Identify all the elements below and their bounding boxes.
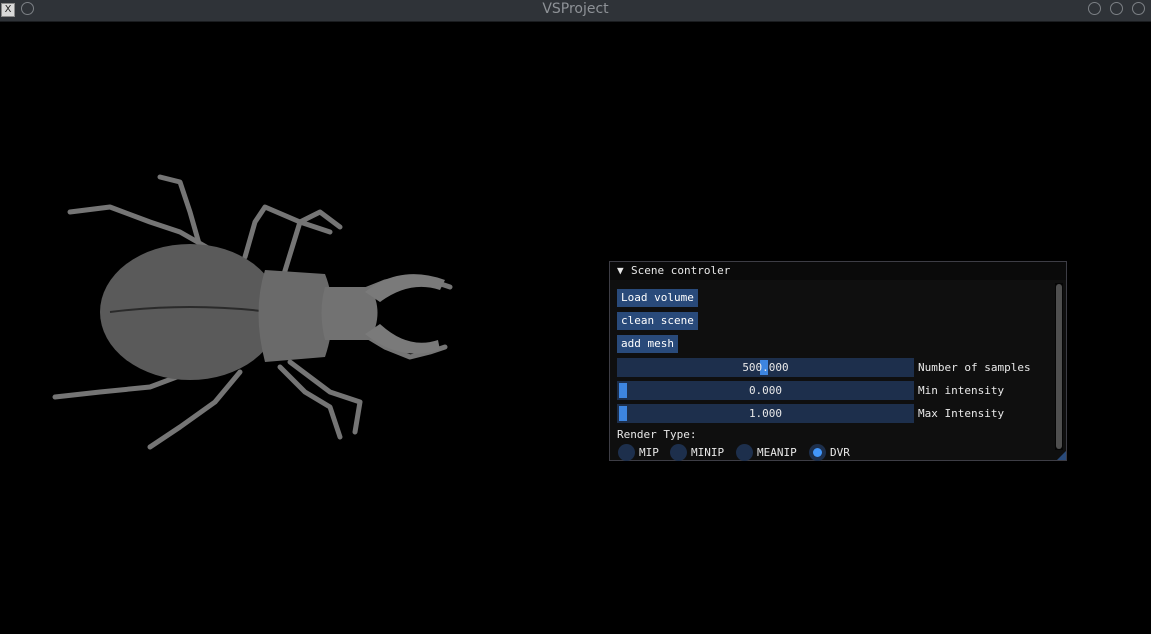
- radio-label: DVR: [830, 446, 850, 459]
- panel-title: Scene controler: [631, 264, 731, 277]
- slider-value: 0.000: [748, 384, 783, 397]
- panel-scrollbar[interactable]: [1055, 283, 1063, 450]
- radio-circle-icon[interactable]: [736, 444, 753, 461]
- radio-circle-selected-icon[interactable]: [809, 444, 826, 461]
- radio-circle-icon[interactable]: [670, 444, 687, 461]
- close-icon[interactable]: [1132, 2, 1145, 15]
- load-volume-button[interactable]: Load volume: [617, 289, 698, 307]
- max-intensity-label: Max Intensity: [918, 407, 1005, 420]
- scene-controller-panel[interactable]: ▼ Scene controler Load volume clean scen…: [609, 261, 1067, 461]
- resize-grip-icon[interactable]: [1057, 451, 1066, 460]
- panel-title-bar[interactable]: ▼ Scene controler: [610, 262, 1066, 280]
- radio-label: MIP: [639, 446, 659, 459]
- collapse-arrow-icon[interactable]: ▼: [617, 264, 624, 277]
- number-of-samples-slider[interactable]: 500.000: [617, 358, 914, 377]
- slider-value: 1.000: [748, 407, 783, 420]
- min-intensity-label: Min intensity: [918, 384, 1005, 397]
- slider-value: 500.000: [742, 361, 789, 374]
- minimize-icon[interactable]: [1088, 2, 1101, 15]
- title-bar: X VSProject: [0, 0, 1151, 22]
- radio-label: MEANIP: [757, 446, 797, 459]
- add-mesh-button[interactable]: add mesh: [617, 335, 678, 353]
- number-of-samples-label: Number of samples: [918, 361, 1031, 374]
- window-title: VSProject: [542, 1, 609, 17]
- beetle-volume-render: [52, 174, 453, 450]
- clean-scene-button[interactable]: clean scene: [617, 312, 698, 330]
- maximize-icon[interactable]: [1110, 2, 1123, 15]
- min-intensity-slider[interactable]: 0.000: [617, 381, 914, 400]
- scrollbar-thumb[interactable]: [1056, 284, 1062, 449]
- radio-label: MINIP: [691, 446, 725, 459]
- render-type-label: Render Type:: [617, 428, 697, 441]
- radio-circle-icon[interactable]: [618, 444, 635, 461]
- max-intensity-slider[interactable]: 1.000: [617, 404, 914, 423]
